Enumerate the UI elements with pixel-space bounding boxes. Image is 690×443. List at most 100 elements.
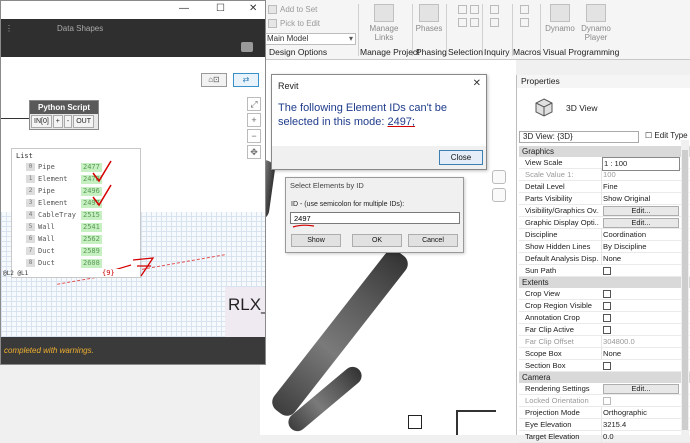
zoom-out-icon[interactable]: − xyxy=(247,129,261,143)
pick-to-edit-button[interactable]: Pick to Edit xyxy=(268,19,320,28)
prop-row[interactable]: Parts Visibility Show Original xyxy=(519,193,690,205)
dynamo-window[interactable]: — ☐ ✕ ⋮ Data Shapes ⌂⊡ ⇄ ⤢ + − ✥ Python … xyxy=(0,0,266,365)
phases-button[interactable]: Phases xyxy=(416,4,442,33)
prop-row[interactable]: Projection Mode Orthographic xyxy=(519,407,690,419)
prop-row[interactable]: Default Analysis Disp... None xyxy=(519,253,690,265)
scroll-thumb[interactable] xyxy=(682,150,688,430)
prop-row[interactable]: Scope Box None xyxy=(519,348,690,360)
prop-row[interactable]: Crop Region Visible xyxy=(519,300,690,312)
prop-row[interactable]: Target Elevation 0.0 xyxy=(519,431,690,443)
camera-icon[interactable] xyxy=(241,42,253,52)
cancel-button[interactable]: Cancel xyxy=(408,234,458,247)
checkbox[interactable] xyxy=(603,362,611,370)
list-levels: @L2 @L1 xyxy=(3,270,29,277)
edit-set-icon[interactable] xyxy=(458,18,467,27)
section-camera[interactable]: Camera xyxy=(519,372,690,383)
manage-links-button[interactable]: Manage Links xyxy=(362,4,406,42)
show-button[interactable]: Show xyxy=(291,234,341,247)
close-window-button[interactable]: ✕ xyxy=(249,3,257,14)
load-set-icon[interactable] xyxy=(470,5,479,14)
macro-security-icon[interactable] xyxy=(520,18,529,27)
edit-button[interactable]: Edit... xyxy=(603,206,679,216)
select-by-id-dialog[interactable]: Select Elements by ID ID - (use semicolo… xyxy=(285,177,464,253)
dynamo-canvas[interactable]: ⌂⊡ ⇄ ⤢ + − ✥ Python Script IN[0] + - OUT… xyxy=(1,57,265,337)
close-button[interactable]: Close xyxy=(439,150,483,165)
prop-row[interactable]: Rendering Settings Edit... xyxy=(519,383,690,395)
dynamo-player-button[interactable]: Dynamo Player xyxy=(578,4,614,42)
zoom-icon[interactable] xyxy=(492,188,506,202)
remove-port-button[interactable]: - xyxy=(63,115,73,128)
pan-icon[interactable]: ✥ xyxy=(247,145,261,159)
properties-scrollbar[interactable] xyxy=(681,140,689,435)
maximize-button[interactable]: ☐ xyxy=(216,3,225,14)
warnings-icon[interactable] xyxy=(490,18,499,27)
checkbox[interactable] xyxy=(603,326,611,334)
element-id: 2497; xyxy=(387,116,415,128)
dynamo-toolbar xyxy=(1,39,265,57)
checkbox[interactable] xyxy=(603,314,611,322)
geometry-view-icon[interactable]: ⇄ xyxy=(233,73,259,87)
close-icon[interactable]: ✕ xyxy=(473,78,481,89)
python-script-node[interactable]: Python Script IN[0] + - OUT xyxy=(29,100,99,130)
prop-row: Far Clip Offset 304800.0 xyxy=(519,336,690,348)
nav-steering-wheel-icon[interactable] xyxy=(492,170,506,184)
list-item: 7 Duct 2589 xyxy=(26,246,102,256)
graph-view-icon[interactable]: ⌂⊡ xyxy=(201,73,227,87)
selection-tools[interactable] xyxy=(456,5,482,41)
list-item: 1 Element 2478 xyxy=(26,174,102,184)
section-graphics[interactable]: Graphics xyxy=(519,146,690,157)
add-to-set-icon xyxy=(268,5,277,14)
select-by-id-icon[interactable] xyxy=(490,5,499,14)
prop-row[interactable]: View Scale 1 : 100 xyxy=(519,157,690,171)
zoom-in-icon[interactable]: + xyxy=(247,113,261,127)
status-text: completed with warnings. xyxy=(4,346,94,355)
revit-message-dialog[interactable]: Revit ✕ The following Element IDs can't … xyxy=(271,74,487,170)
zoom-fit-icon[interactable]: ⤢ xyxy=(247,97,261,111)
watch-list-preview[interactable]: List 0 Pipe 2477 1 Element 2478 2 Pipe 2496 3E… xyxy=(11,148,141,278)
edit-button[interactable]: Edit... xyxy=(603,384,679,394)
id-input[interactable] xyxy=(290,212,460,224)
prop-row[interactable]: Crop View xyxy=(519,288,690,300)
edit-type-icon: ☐ xyxy=(645,131,655,140)
section-extents[interactable]: Extents xyxy=(519,277,690,288)
input-port[interactable]: IN[0] xyxy=(31,115,52,128)
prop-row[interactable]: Visibility/Graphics Ov... Edit... xyxy=(519,205,690,217)
ids-icon[interactable] xyxy=(470,18,479,27)
prop-row[interactable]: Detail Level Fine xyxy=(519,181,690,193)
minimize-button[interactable]: — xyxy=(179,3,189,14)
id-field-label: ID - (use semicolon for multiple IDs): xyxy=(291,201,405,208)
edit-type-button[interactable]: ☐ Edit Type xyxy=(645,131,688,140)
node-title: Python Script xyxy=(30,101,98,114)
edit-button[interactable]: Edit... xyxy=(603,218,679,228)
prop-row[interactable]: Eye Elevation 3215.4 xyxy=(519,419,690,431)
checkbox[interactable] xyxy=(603,302,611,310)
menu-data-shapes[interactable]: Data Shapes xyxy=(57,24,103,33)
prop-row[interactable]: Sun Path xyxy=(519,265,690,277)
properties-panel[interactable]: Properties 3D View 3D View: {3D} ☐ Edit … xyxy=(516,75,690,443)
instance-selector[interactable]: 3D View: {3D} xyxy=(519,131,639,143)
manage-links-icon xyxy=(374,4,394,22)
macros-tools[interactable] xyxy=(516,5,540,41)
prop-row[interactable]: Discipline Coordination xyxy=(519,229,690,241)
select-set-icon[interactable] xyxy=(458,5,467,14)
add-to-set-button[interactable]: Add to Set xyxy=(268,5,317,14)
input-wire xyxy=(1,118,29,119)
dynamo-titlebar[interactable]: — ☐ ✕ xyxy=(1,1,265,19)
ok-button[interactable]: OK xyxy=(352,234,402,247)
macro-manager-icon[interactable] xyxy=(520,5,529,14)
prop-row[interactable]: Graphic Display Opti... Edit... xyxy=(519,217,690,229)
inquiry-tools[interactable] xyxy=(486,5,510,41)
dynamo-button[interactable]: Dynamo xyxy=(544,4,576,33)
output-port[interactable]: OUT xyxy=(73,115,95,128)
prop-row[interactable]: Annotation Crop xyxy=(519,312,690,324)
menu-dots[interactable]: ⋮ xyxy=(5,24,13,33)
design-option-dropdown[interactable]: Main Model ▾ xyxy=(264,33,356,45)
list-item: 5 Wall 2541 xyxy=(26,222,102,232)
checkbox[interactable] xyxy=(603,290,611,298)
checkbox[interactable] xyxy=(603,267,611,275)
add-port-button[interactable]: + xyxy=(52,115,63,128)
prop-row[interactable]: Show Hidden Lines By Discipline xyxy=(519,241,690,253)
frame-element xyxy=(408,415,422,429)
prop-row[interactable]: Section Box xyxy=(519,360,690,372)
prop-row[interactable]: Far Clip Active xyxy=(519,324,690,336)
